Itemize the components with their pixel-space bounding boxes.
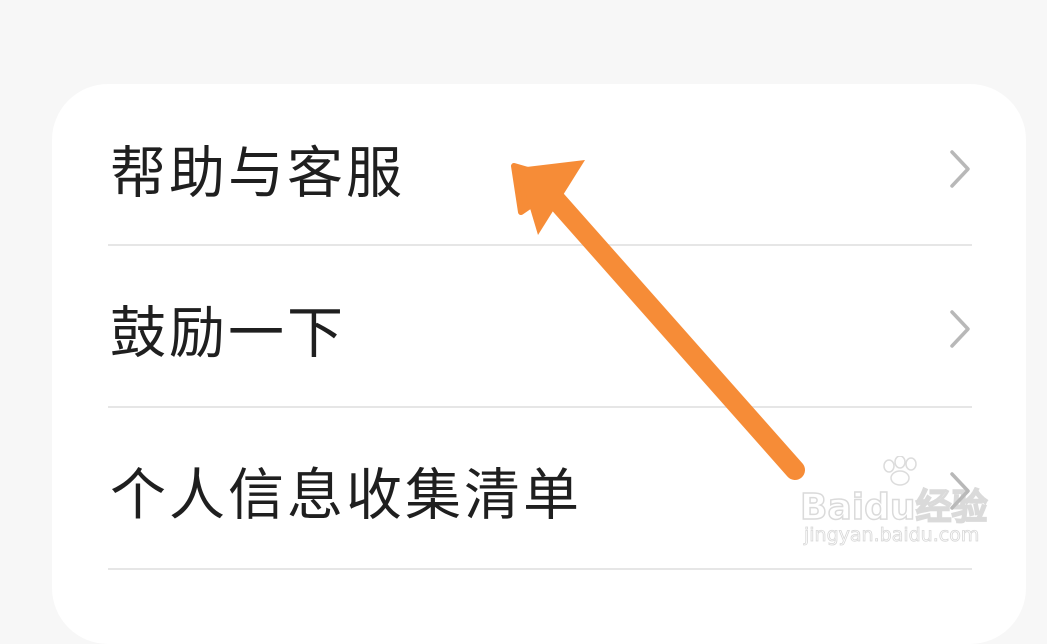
menu-item-label: 个人信息收集清单 (110, 463, 582, 529)
menu-item-encourage[interactable]: 鼓励一下 (108, 248, 972, 410)
menu-divider (108, 244, 972, 246)
baidu-jingyan-watermark: Baidu经验 jingyan.baidu.com (799, 456, 1000, 558)
watermark-url: jingyan.baidu.com (804, 524, 980, 547)
menu-divider (108, 406, 972, 408)
watermark-brand: Baidu经验 (799, 486, 988, 529)
chevron-right-icon (950, 310, 970, 348)
menu-item-label: 鼓励一下 (110, 301, 346, 367)
menu-item-label: 帮助与客服 (110, 141, 405, 207)
chevron-right-icon (950, 150, 970, 188)
menu-item-help-and-support[interactable]: 帮助与客服 (108, 88, 972, 250)
menu-divider (108, 568, 972, 570)
